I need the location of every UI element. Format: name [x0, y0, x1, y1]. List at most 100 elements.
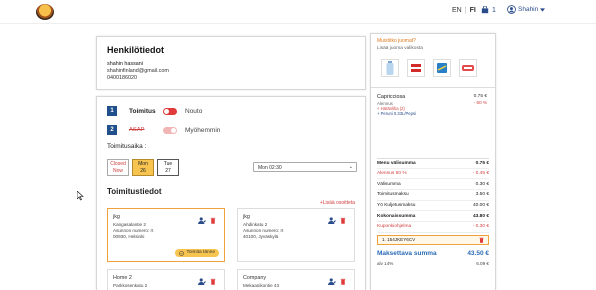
cart-item-discount-value: - 60 %: [473, 100, 487, 105]
total-label: Yö Kuljetusmaksu: [377, 203, 416, 209]
address-city: 40100, Jyväskylä: [243, 234, 279, 239]
amount-due-value: 43.50 €: [467, 249, 489, 257]
address-actions: [328, 278, 346, 285]
drink-question: Muistitko juomat?: [377, 38, 416, 44]
deliver-here-label: Toimita tänne: [186, 250, 215, 255]
day-option[interactable]: Tue 27: [157, 159, 179, 176]
amount-due: Maksettava summa 43.50 €: [377, 250, 489, 257]
step-number: 1: [107, 106, 117, 116]
water-bottle-icon[interactable]: [381, 59, 399, 77]
total-value: - 0.45 €: [472, 171, 489, 177]
lang-fi-link[interactable]: FI: [470, 7, 476, 14]
total-label: Välisumma: [377, 181, 401, 187]
drink-subtitle: Lisää juoma valikosta: [377, 46, 423, 51]
address-actions: [328, 217, 346, 224]
delivery-method-row: 1 Toimitus Nouto: [107, 105, 355, 117]
trash-icon[interactable]: [479, 237, 484, 243]
total-line: Kuponkiohjelma - 0.30 €: [377, 222, 489, 233]
vat-line: alv 14% 6.09 €: [377, 261, 489, 266]
total-value: - 0.30 €: [472, 224, 489, 230]
coca-cola-bottle-icon[interactable]: [459, 59, 477, 77]
language-switcher: EN | FI: [452, 7, 476, 14]
total-label: Kuponkiohjelma: [377, 224, 412, 230]
time-select[interactable]: Mon 02:30 ⌄: [253, 162, 357, 172]
delivery-pickup-toggle[interactable]: [163, 107, 177, 115]
totals-section: Menu välisumma 0.75 € Alennus 60 % - 0.4…: [371, 158, 495, 266]
asap-option[interactable]: ASAP: [129, 127, 155, 133]
coupon-code: 1. 154JKEY6CV: [382, 237, 416, 243]
total-value: 40.00 €: [472, 203, 489, 209]
total-line: Välisumma 0.30 €: [377, 179, 489, 191]
delivery-option[interactable]: Toimitus: [129, 108, 156, 115]
cart-count: 1: [492, 6, 496, 14]
divider: [371, 87, 495, 88]
total-line: Menu välisumma 0.75 €: [377, 158, 489, 169]
address-card[interactable]: Home 2 Parkkosenkatu 2: [107, 269, 225, 290]
vat-label: alv 14%: [377, 260, 394, 266]
total-line: Alennus 60 % - 0.45 €: [377, 169, 489, 180]
trash-icon[interactable]: [340, 278, 346, 285]
day-line2: 27: [165, 167, 171, 174]
day-picker: Closed Now Mon 26 Tue 27: [107, 159, 179, 176]
person-name: shahin hassani: [107, 61, 143, 67]
day-line2: Now: [112, 167, 123, 174]
edit-user-icon[interactable]: [198, 217, 206, 224]
check-circle-icon: [179, 250, 185, 256]
asap-later-toggle[interactable]: [163, 126, 177, 134]
person-phone: 0400186020: [107, 75, 137, 81]
mouse-cursor-icon: [77, 191, 84, 201]
restaurant-logo[interactable]: [36, 4, 54, 20]
cola-can-icon[interactable]: [407, 59, 425, 77]
personal-info-card: Henkilötiedot shahin hassani shahinfinla…: [96, 36, 366, 90]
chevron-down-icon: [540, 7, 546, 12]
address-card[interactable]: jkg Kangasalantie 2 Asunnon numero: rt 0…: [107, 208, 225, 262]
person-email: shahinfinland@gmail.com: [107, 68, 169, 74]
total-label: Menu välisumma: [377, 160, 416, 166]
pickup-option[interactable]: Nouto: [185, 108, 202, 115]
cart-item-extra: + Peruni 0.33L/Pepsi: [377, 111, 416, 116]
total-value: 3.50 €: [475, 192, 489, 198]
address-card[interactable]: Company Mekaanikontie 43: [237, 269, 355, 290]
day-option[interactable]: Mon 26: [132, 159, 154, 176]
deliver-here-badge: Toimita tänne: [175, 249, 219, 257]
total-value: 43.80 €: [472, 213, 489, 219]
total-label: Alennus 60 %: [377, 171, 407, 177]
order-summary-sidebar: Muistitko juomat? Lisää juoma valikosta …: [370, 33, 496, 290]
soda-can-icon[interactable]: [433, 59, 451, 77]
address-actions: [198, 278, 216, 285]
edit-user-icon[interactable]: [198, 278, 206, 285]
total-line: Yö Kuljetusmaksu 40.00 €: [377, 201, 489, 212]
delivery-info-title: Toimitustiedot: [107, 187, 162, 196]
edit-user-icon[interactable]: [328, 278, 336, 285]
trash-icon[interactable]: [210, 217, 216, 224]
address-actions: [198, 217, 216, 224]
total-label: Kokonaissumma: [377, 213, 416, 219]
cart-button[interactable]: 1: [481, 6, 496, 14]
day-line2: 26: [140, 167, 146, 174]
cart-item-price: 0.75 €: [473, 94, 487, 99]
total-line: Kokonaissumma 43.80 €: [377, 211, 489, 223]
total-label: Toimitusmaksu: [377, 192, 409, 198]
address-city: 00930, Helsinki: [113, 234, 145, 239]
user-menu[interactable]: Shahin: [507, 5, 546, 14]
edit-user-icon[interactable]: [328, 217, 336, 224]
user-avatar-icon: [507, 5, 516, 14]
drink-list: [377, 59, 489, 77]
drink-suggestion: Muistitko juomat? Lisää juoma valikosta: [371, 34, 495, 81]
amount-due-label: Maksettava summa: [377, 249, 437, 257]
top-bar: EN | FI 1 Shahin: [0, 0, 596, 24]
shopping-bag-icon: [481, 6, 489, 14]
lang-en-link[interactable]: EN: [452, 7, 462, 14]
cart-item: Capricciosa 0.75 € Alennus - 60 % + Härä…: [371, 94, 495, 116]
add-address-link[interactable]: +Lisää osoitteta: [320, 200, 355, 206]
later-option[interactable]: Myöhemmin: [185, 127, 220, 134]
personal-info-title: Henkilötiedot: [107, 45, 165, 55]
delivery-time-label: Toimitusaika :: [107, 143, 147, 150]
timing-row: 2 ASAP Myöhemmin: [107, 124, 355, 136]
chevron-down-icon: ⌄: [348, 164, 353, 170]
trash-icon[interactable]: [210, 278, 216, 285]
user-name: Shahin: [518, 6, 539, 13]
address-card[interactable]: jkg Ahdinkatu 2 Asunnon numero: rt 40100…: [237, 208, 355, 262]
trash-icon[interactable]: [340, 217, 346, 224]
total-value: 0.30 €: [475, 181, 489, 187]
